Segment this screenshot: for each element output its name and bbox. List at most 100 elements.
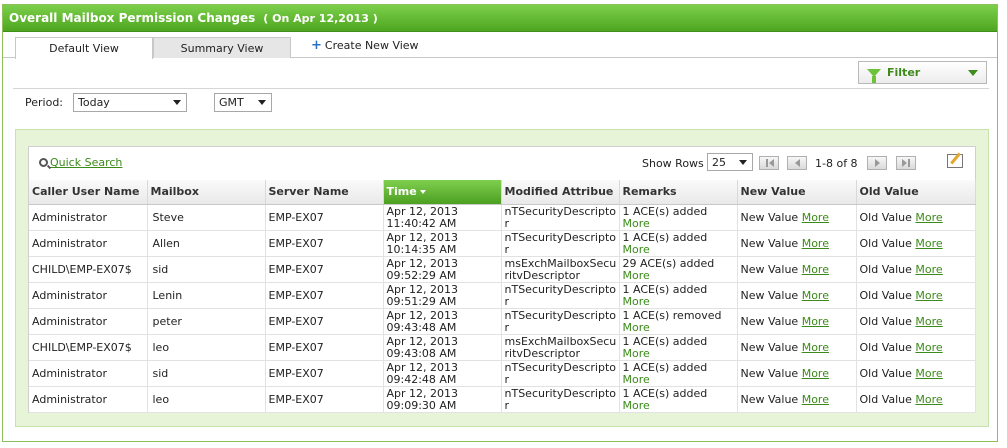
time-cell: Apr 12, 2013 09:43:48 AM bbox=[383, 308, 502, 335]
new-value-more-link[interactable]: More bbox=[802, 341, 829, 354]
attribute-line-1: nTSecurityDescripto bbox=[504, 282, 616, 296]
table-row: CHILD\EMP-EX07$ leo EMP-EX07 Apr 12, 2013 09… bbox=[29, 334, 976, 361]
remarks-more-link[interactable]: More bbox=[623, 399, 737, 411]
column-header-remarks[interactable]: Remarks bbox=[619, 180, 738, 205]
table-row: Administrator peter EMP-EX07 Apr 12, 2013 09… bbox=[29, 308, 976, 335]
old-value-more-link[interactable]: More bbox=[915, 367, 942, 380]
remarks-more-link[interactable]: More bbox=[623, 217, 737, 229]
old-value-cell: Old Value More bbox=[856, 256, 976, 283]
caller-cell: Administrator bbox=[29, 360, 148, 387]
column-header-mailbox[interactable]: Mailbox bbox=[147, 180, 266, 205]
mailbox-cell: Steve bbox=[147, 204, 266, 231]
new-value-cell: New Value More bbox=[737, 334, 857, 361]
remarks-cell: 1 ACE(s) added More bbox=[619, 282, 738, 309]
server-cell: EMP-EX07 bbox=[265, 230, 384, 257]
mailbox-cell: sid bbox=[147, 360, 266, 387]
tab-summary-view[interactable]: Summary View bbox=[153, 37, 291, 58]
server-cell: EMP-EX07 bbox=[265, 386, 384, 413]
new-value-more-link[interactable]: More bbox=[802, 211, 829, 224]
remarks-more-link[interactable]: More bbox=[623, 295, 737, 307]
old-value-cell: Old Value More bbox=[856, 282, 976, 309]
attribute-line-2: r bbox=[504, 320, 510, 334]
new-value-cell: New Value More bbox=[737, 360, 857, 387]
caller-cell: Administrator bbox=[29, 386, 148, 413]
old-value-text: Old Value bbox=[859, 288, 912, 302]
timezone-select[interactable]: GMT bbox=[214, 93, 272, 112]
attribute-cell: nTSecurityDescripto r bbox=[501, 204, 620, 231]
old-value-cell: Old Value More bbox=[856, 204, 976, 231]
new-value-more-link[interactable]: More bbox=[802, 315, 829, 328]
column-header-modified-attribute[interactable]: Modified Attribue bbox=[501, 180, 620, 205]
remark-text: 1 ACE(s) added bbox=[622, 204, 708, 218]
attribute-line-1: nTSecurityDescripto bbox=[504, 386, 616, 400]
table-row: CHILD\EMP-EX07$ sid EMP-EX07 Apr 12, 2013 09… bbox=[29, 256, 976, 283]
quick-search-label: Quick Search bbox=[50, 156, 123, 169]
new-value-more-link[interactable]: More bbox=[802, 237, 829, 250]
mailbox-cell: leo bbox=[147, 334, 266, 361]
divider bbox=[13, 88, 989, 89]
new-value-cell: New Value More bbox=[737, 204, 857, 231]
column-header-caller[interactable]: Caller User Name bbox=[29, 180, 148, 205]
attribute-line-2: ritvDescriptor bbox=[504, 346, 581, 360]
quick-search-link[interactable]: Quick Search bbox=[39, 156, 122, 169]
remarks-more-link[interactable]: More bbox=[623, 269, 737, 281]
old-value-more-link[interactable]: More bbox=[915, 341, 942, 354]
old-value-more-link[interactable]: More bbox=[915, 211, 942, 224]
time-clock: 09:51:29 AM bbox=[386, 294, 457, 308]
remarks-cell: 1 ACE(s) added More bbox=[619, 204, 738, 231]
attribute-line-2: ritvDescriptor bbox=[504, 268, 581, 282]
edit-columns-icon[interactable] bbox=[947, 154, 963, 168]
rows-per-page-select[interactable]: 25 bbox=[707, 153, 753, 171]
old-value-more-link[interactable]: More bbox=[915, 315, 942, 328]
new-value-cell: New Value More bbox=[737, 230, 857, 257]
new-value-more-link[interactable]: More bbox=[802, 289, 829, 302]
new-value-more-link[interactable]: More bbox=[802, 367, 829, 380]
old-value-text: Old Value bbox=[859, 340, 912, 354]
first-page-button[interactable] bbox=[759, 156, 779, 170]
new-value-text: New Value bbox=[740, 392, 799, 406]
remarks-more-link[interactable]: More bbox=[623, 321, 737, 333]
remarks-cell: 1 ACE(s) removed More bbox=[619, 308, 738, 335]
old-value-text: Old Value bbox=[859, 314, 912, 328]
remark-text: 1 ACE(s) removed bbox=[622, 308, 722, 322]
remarks-more-link[interactable]: More bbox=[623, 243, 737, 255]
time-clock: 09:43:08 AM bbox=[386, 346, 457, 360]
attribute-line-1: nTSecurityDescripto bbox=[504, 308, 616, 322]
table-row: Administrator Lenin EMP-EX07 Apr 12, 2013 09… bbox=[29, 282, 976, 309]
old-value-more-link[interactable]: More bbox=[915, 289, 942, 302]
time-cell: Apr 12, 2013 11:40:42 AM bbox=[383, 204, 502, 231]
caller-cell: Administrator bbox=[29, 204, 148, 231]
new-value-cell: New Value More bbox=[737, 386, 857, 413]
column-header-new-value[interactable]: New Value bbox=[737, 180, 857, 205]
time-clock: 09:52:29 AM bbox=[386, 268, 457, 282]
next-page-button[interactable] bbox=[867, 156, 887, 170]
filter-button[interactable]: Filter bbox=[858, 61, 987, 84]
chevron-down-icon bbox=[739, 160, 747, 165]
new-value-more-link[interactable]: More bbox=[802, 263, 829, 276]
attribute-cell: nTSecurityDescripto r bbox=[501, 230, 620, 257]
remark-text: 1 ACE(s) added bbox=[622, 386, 708, 400]
table-row: Administrator sid EMP-EX07 Apr 12, 2013 09:4… bbox=[29, 360, 976, 387]
old-value-more-link[interactable]: More bbox=[915, 263, 942, 276]
column-header-old-value[interactable]: Old Value bbox=[856, 180, 976, 205]
remarks-more-link[interactable]: More bbox=[623, 373, 737, 385]
period-select[interactable]: Today bbox=[73, 93, 187, 112]
server-cell: EMP-EX07 bbox=[265, 204, 384, 231]
sort-desc-icon bbox=[419, 190, 426, 195]
attribute-line-2: r bbox=[504, 242, 510, 256]
old-value-more-link[interactable]: More bbox=[915, 237, 942, 250]
rows-per-page-value: 25 bbox=[712, 155, 726, 169]
column-header-server[interactable]: Server Name bbox=[265, 180, 384, 205]
prev-page-button[interactable] bbox=[787, 156, 807, 170]
create-new-view-link[interactable]: + Create New View bbox=[311, 39, 419, 53]
new-value-more-link[interactable]: More bbox=[802, 393, 829, 406]
last-page-button[interactable] bbox=[896, 156, 916, 170]
remarks-cell: 1 ACE(s) added More bbox=[619, 386, 738, 413]
attribute-line-1: nTSecurityDescripto bbox=[504, 360, 616, 374]
column-header-time[interactable]: Time bbox=[383, 180, 502, 205]
report-grid: Quick Search Show Rows 25 1-8 of 8 Calle… bbox=[28, 146, 976, 413]
remarks-more-link[interactable]: More bbox=[623, 347, 737, 359]
tab-default-view[interactable]: Default View bbox=[15, 37, 153, 59]
old-value-more-link[interactable]: More bbox=[915, 393, 942, 406]
attribute-line-2: r bbox=[504, 216, 510, 230]
